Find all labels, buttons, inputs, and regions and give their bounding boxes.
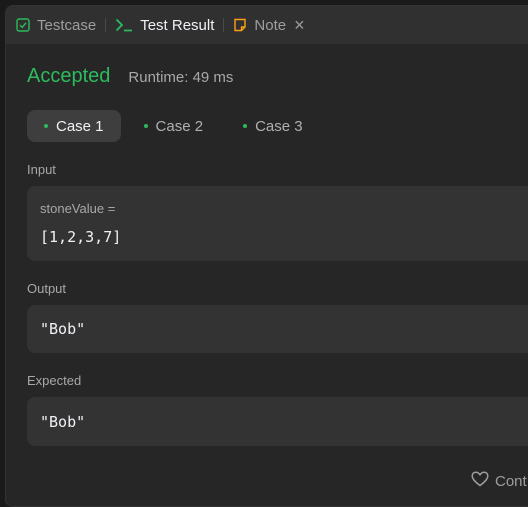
- result-header: Accepted Runtime: 49 ms: [27, 65, 233, 88]
- output-box: "Bob": [27, 305, 528, 353]
- output-heading: Output: [27, 281, 67, 296]
- case-tabs: Case 1 Case 2 Case 3: [27, 110, 326, 142]
- tab-testcase[interactable]: Testcase: [16, 6, 96, 44]
- expected-value: "Bob": [40, 412, 86, 431]
- output-value: "Bob": [40, 320, 86, 338]
- input-variable-name: stoneValue =: [40, 201, 116, 216]
- tab-test-result[interactable]: Test Result: [115, 6, 214, 44]
- input-value: [1,2,3,7]: [40, 228, 122, 246]
- case-tab-2[interactable]: Case 2: [127, 110, 221, 142]
- tab-note-label: Note: [254, 16, 287, 34]
- passed-dot-icon: [143, 124, 148, 128]
- panel-tab-bar: Testcase Test Result Note ×: [6, 6, 528, 44]
- passed-dot-icon: [44, 124, 48, 128]
- case-tab-1[interactable]: Case 1: [27, 110, 121, 142]
- case-tab-label: Case 1: [56, 117, 104, 135]
- tab-test-result-label: Test Result: [140, 16, 215, 34]
- tab-divider: [105, 18, 107, 32]
- status-label: Accepted: [27, 65, 111, 87]
- expected-box: "Bob": [27, 397, 528, 446]
- tab-divider: [223, 18, 225, 32]
- input-box: stoneValue = [1,2,3,7]: [27, 186, 528, 261]
- heart-icon: [471, 471, 489, 491]
- expected-heading: Expected: [27, 373, 82, 388]
- tab-note[interactable]: Note: [233, 6, 286, 44]
- case-tab-3[interactable]: Case 3: [226, 110, 320, 142]
- note-icon: [233, 18, 247, 32]
- input-heading: Input: [27, 162, 56, 177]
- contribute-label: Cont: [495, 472, 527, 490]
- passed-dot-icon: [243, 124, 248, 128]
- result-panel: Testcase Test Result Note × Accepted Run…: [5, 5, 528, 507]
- terminal-icon: [115, 18, 133, 32]
- case-tab-label: Case 2: [155, 117, 204, 135]
- close-icon[interactable]: ×: [294, 16, 305, 34]
- contribute-button[interactable]: Cont: [471, 471, 527, 491]
- case-tab-label: Case 3: [255, 117, 303, 135]
- runtime-label: Runtime: 49 ms: [128, 69, 234, 86]
- checkbox-icon: [16, 18, 30, 32]
- tab-testcase-label: Testcase: [37, 16, 97, 34]
